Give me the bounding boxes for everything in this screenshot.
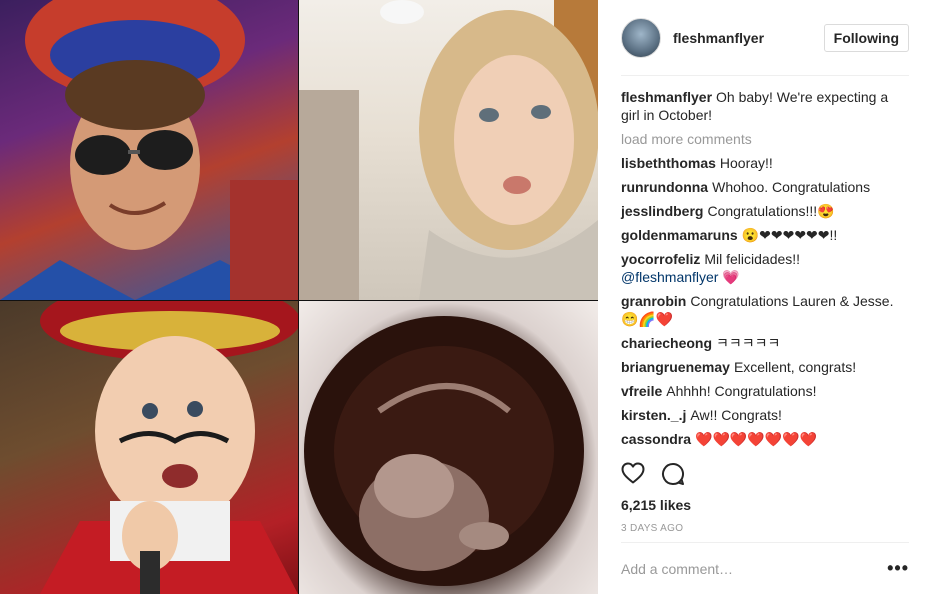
comment-text: ㅋㅋㅋㅋㅋ (716, 335, 781, 351)
caption-username[interactable]: fleshmanflyer (621, 89, 712, 105)
comment-item: vfreile Ahhhh! Congratulations! (621, 382, 909, 400)
heart-icon[interactable] (621, 462, 645, 486)
load-more-comments-link[interactable]: load more comments (621, 130, 909, 148)
comment-username[interactable]: lisbeththomas (621, 155, 716, 171)
comment-username[interactable]: runrundonna (621, 179, 708, 195)
comment-username[interactable]: cassondra (621, 431, 691, 447)
comment-item: cassondra ❤️❤️❤️❤️❤️❤️❤️ (621, 430, 909, 448)
photo-tile-ultrasound (299, 301, 598, 594)
comment-username[interactable]: jesslindberg (621, 203, 703, 219)
post-header: fleshmanflyer Following (621, 0, 909, 76)
post-timestamp[interactable]: 3 DAYS AGO (621, 523, 683, 534)
add-comment-bar: ••• (621, 542, 909, 594)
comment-item: lisbeththomas Hooray!! (621, 154, 909, 172)
comment-input[interactable] (621, 560, 888, 577)
username-link[interactable]: fleshmanflyer (673, 30, 764, 46)
comment-text: Mil felicidades!! (704, 251, 801, 267)
comment-mention-link[interactable]: @fleshmanflyer (621, 269, 718, 285)
comment-text: Ahhhh! Congratulations! (666, 383, 817, 399)
comment-text: Whohoo. Congratulations (712, 179, 871, 195)
man-sunglasses-image (0, 0, 298, 300)
comment-username[interactable]: yocorrofeliz (621, 251, 700, 267)
comment-text: Excellent, congrats! (733, 359, 857, 375)
comment-item: runrundonna Whohoo. Congratulations (621, 178, 909, 196)
photo-tile-woman-face (299, 0, 598, 300)
comment-username[interactable]: briangruenemay (621, 359, 730, 375)
more-options-icon[interactable]: ••• (887, 558, 909, 579)
post-actions (621, 462, 685, 486)
comments-list: fleshmanflyer Oh baby! We're expecting a … (621, 76, 909, 458)
instagram-post: fleshmanflyer Following fleshmanflyer Oh … (0, 0, 926, 594)
photo-tile-man-sunglasses (0, 0, 298, 300)
photo-tile-child-mustache (0, 301, 298, 594)
comment-item: briangruenemay Excellent, congrats! (621, 358, 909, 376)
comment-text-suffix: 💗 (718, 269, 740, 285)
comment-item: goldenmamaruns 😮❤❤❤❤❤❤!! (621, 226, 909, 244)
child-mustache-image (40, 301, 298, 594)
post-detail-panel: fleshmanflyer Following fleshmanflyer Oh … (598, 0, 926, 594)
comment-text: ❤️❤️❤️❤️❤️❤️❤️ (695, 431, 818, 447)
ultrasound-image (304, 316, 584, 586)
speech-bubble-icon[interactable] (661, 462, 685, 486)
comment-text: 😮❤❤❤❤❤❤!! (741, 227, 838, 243)
comment-username[interactable]: chariecheong (621, 335, 712, 351)
comment-text: Aw!! Congrats! (690, 407, 782, 423)
woman-face-image (299, 0, 598, 300)
comment-item: yocorrofeliz Mil felicidades!! @fleshmanfl… (621, 250, 909, 286)
following-button[interactable]: Following (823, 23, 909, 52)
comment-item: jesslindberg Congratulations!!!😍 (621, 202, 909, 220)
comment-username[interactable]: goldenmamaruns (621, 227, 738, 243)
comment-username[interactable]: granrobin (621, 293, 686, 309)
comment-item: chariecheong ㅋㅋㅋㅋㅋ (621, 334, 909, 352)
comment-item: granrobin Congratulations Lauren & Jesse.… (621, 292, 909, 328)
comment-username[interactable]: vfreile (621, 383, 662, 399)
likes-count[interactable]: 6,215 likes (621, 497, 691, 513)
caption: fleshmanflyer Oh baby! We're expecting a … (621, 88, 909, 124)
comment-text: Hooray!! (719, 155, 773, 171)
comment-item: kirsten._.j Aw!! Congrats! (621, 406, 909, 424)
comment-username[interactable]: kirsten._.j (621, 407, 686, 423)
avatar[interactable] (621, 17, 661, 58)
post-photo-collage[interactable] (0, 0, 598, 594)
comment-text: Congratulations!!!😍 (707, 203, 835, 219)
